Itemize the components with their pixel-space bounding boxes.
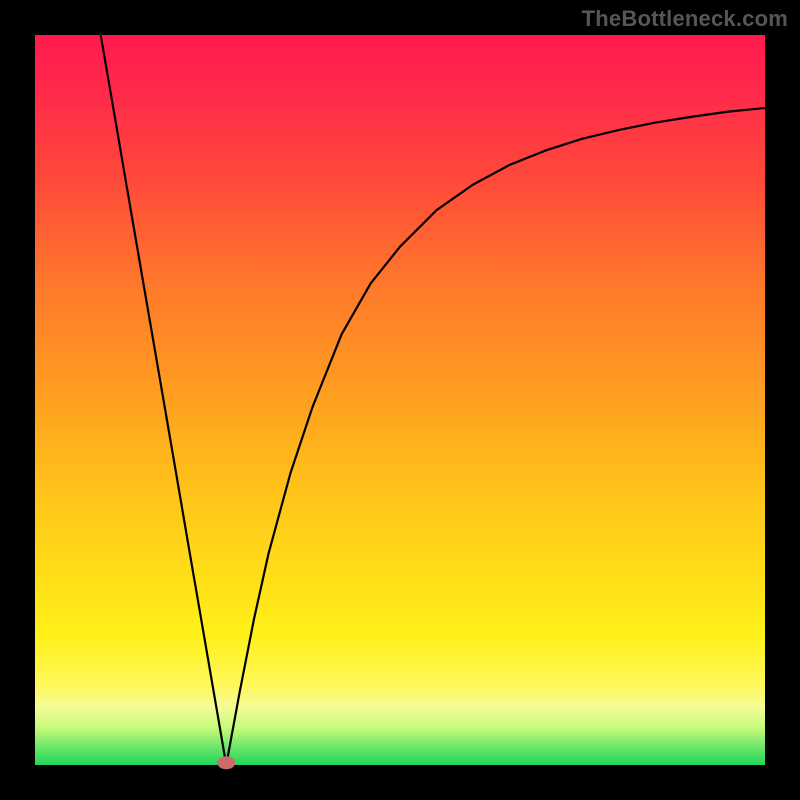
plot-area xyxy=(35,35,765,765)
minimum-marker xyxy=(217,756,235,769)
chart-frame: TheBottleneck.com xyxy=(0,0,800,800)
curve-right-branch xyxy=(226,108,765,765)
watermark-text: TheBottleneck.com xyxy=(582,6,788,32)
chart-svg xyxy=(35,35,765,765)
curve-left-branch xyxy=(101,35,227,765)
